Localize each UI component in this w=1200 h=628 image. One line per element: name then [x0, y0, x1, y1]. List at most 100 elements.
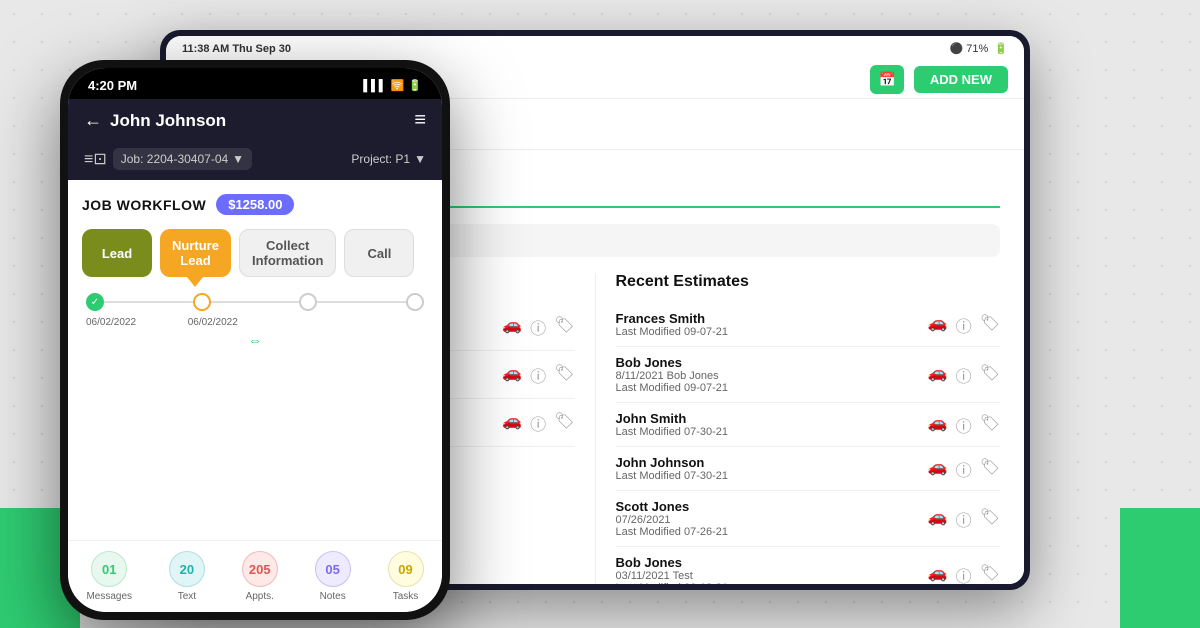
workflow-title: JOB WORKFLOW [82, 197, 206, 213]
phone-device: 4:20 PM ▌▌▌ 🛜 🔋 ← John Johnson ≡ ≡⊡ Job:… [60, 60, 450, 620]
car-icon: 🚗 [928, 563, 948, 585]
phone-time: 4:20 PM [88, 78, 137, 93]
estimate-action-icons: 🚗 ⓘ 🏷 [928, 457, 1000, 481]
estimate-action-icons: 🚗 ⓘ 🏷 [928, 563, 1000, 585]
info-icon: ⓘ [956, 563, 972, 585]
estimate-name: Scott Jones [616, 499, 928, 514]
estimate-date: Last Modified 09-07-21 [616, 326, 928, 338]
info-icon: ⓘ [956, 313, 972, 337]
project-dropdown-icon: ▼ [414, 152, 426, 166]
tasks-label: Tasks [393, 591, 419, 602]
add-new-button[interactable]: ADD NEW [914, 66, 1008, 93]
timeline-line-3 [317, 301, 406, 303]
tablet-status-icons: ⚫ 71% 🔋 [950, 42, 1008, 55]
tab-notes[interactable]: 05 Notes [315, 551, 351, 602]
estimate-action-icons: 🚗 ⓘ 🏷 [928, 313, 1000, 337]
estimate-date: 03/11/2021 Test [616, 570, 928, 582]
estimate-item[interactable]: Frances Smith Last Modified 09-07-21 🚗 ⓘ… [616, 303, 1001, 347]
workflow-step-collect[interactable]: CollectInformation [239, 229, 337, 277]
info-icon: ⓘ [530, 315, 546, 339]
tag-icon: 🏷 [980, 507, 1000, 531]
signal-icon: ▌▌▌ [363, 80, 386, 92]
estimate-date: Last Modified 07-30-21 [616, 470, 928, 482]
car-icon: 🚗 [502, 411, 522, 435]
project-selector[interactable]: Project: P1 ▼ [351, 152, 426, 166]
price-badge: $1258.00 [216, 194, 294, 215]
tablet-wifi-icon: ⚫ 71% [950, 42, 989, 55]
tasks-badge: 09 [388, 551, 424, 587]
appts-badge: 205 [242, 551, 278, 587]
estimate-action-icons: 🚗 ⓘ 🏷 [928, 413, 1000, 437]
estimate-name: John Smith [616, 411, 928, 426]
estimate-item[interactable]: Scott Jones 07/26/2021 Last Modified 07-… [616, 491, 1001, 547]
text-label: Text [178, 591, 196, 602]
tag-icon: 🏷 [554, 315, 574, 339]
phone-status-icons: ▌▌▌ 🛜 🔋 [363, 79, 422, 92]
estimate-action-icons: 🚗 ⓘ 🏷 [928, 507, 1000, 531]
timeline-date-3 [255, 317, 340, 328]
tag-icon: 🏷 [980, 413, 1000, 437]
tab-appts[interactable]: 205 Appts. [242, 551, 278, 602]
tag-icon: 🏷 [980, 457, 1000, 481]
tag-icon: 🏷 [980, 363, 1000, 387]
phone-notch [205, 68, 305, 92]
messages-badge: 01 [91, 551, 127, 587]
car-icon: 🚗 [928, 363, 948, 387]
estimate-info: Frances Smith Last Modified 09-07-21 [616, 311, 928, 338]
appt-action-icons: 🚗 ⓘ 🏷 [502, 411, 574, 435]
workflow-header: JOB WORKFLOW $1258.00 [82, 194, 428, 215]
contact-name: John Johnson [110, 111, 226, 131]
tab-messages[interactable]: 01 Messages [86, 551, 132, 602]
phone-body: JOB WORKFLOW $1258.00 Lead NurtureLead C… [68, 180, 442, 540]
estimates-column: Recent Estimates Frances Smith Last Modi… [596, 273, 1001, 584]
timeline-dot-2 [193, 293, 211, 311]
phone-tabs: 01 Messages 20 Text 205 Appts. 05 Notes … [68, 540, 442, 612]
info-icon: ⓘ [956, 457, 972, 481]
estimate-modified: Last Modified 07-26-21 [616, 526, 928, 538]
estimate-item[interactable]: John Johnson Last Modified 07-30-21 🚗 ⓘ … [616, 447, 1001, 491]
tablet-time: 11:38 AM Thu Sep 30 [182, 43, 291, 55]
car-icon: 🚗 [928, 457, 948, 481]
job-selector[interactable]: Job: 2204-30407-04 ▼ [113, 148, 252, 170]
estimate-item[interactable]: Bob Jones 8/11/2021 Bob Jones Last Modif… [616, 347, 1001, 403]
estimate-info: Bob Jones 03/11/2021 Test Last Modified … [616, 555, 928, 584]
estimate-item[interactable]: John Smith Last Modified 07-30-21 🚗 ⓘ 🏷 [616, 403, 1001, 447]
workflow-step-lead[interactable]: Lead [82, 229, 152, 277]
estimate-action-icons: 🚗 ⓘ 🏷 [928, 363, 1000, 387]
estimate-item[interactable]: Bob Jones 03/11/2021 Test Last Modified … [616, 547, 1001, 584]
phone-header-left: ← John Johnson [84, 110, 226, 131]
timeline-date-1: 06/02/2022 [86, 317, 171, 328]
green-accent-right [1120, 508, 1200, 628]
tag-icon: 🏷 [554, 411, 574, 435]
phone-header: ← John Johnson ≡ [68, 99, 442, 142]
tab-tasks[interactable]: 09 Tasks [388, 551, 424, 602]
estimate-name: Frances Smith [616, 311, 928, 326]
tablet-battery-icon: 🔋 [994, 42, 1008, 55]
estimate-modified: Last Modified 06-18-21 [616, 582, 928, 584]
notes-badge: 05 [315, 551, 351, 587]
estimate-info: Scott Jones 07/26/2021 Last Modified 07-… [616, 499, 928, 538]
workflow-step-nurture[interactable]: NurtureLead [160, 229, 231, 277]
info-icon: ⓘ [956, 507, 972, 531]
hamburger-small-icon[interactable]: ≡⊡ [84, 149, 107, 169]
estimate-info: John Johnson Last Modified 07-30-21 [616, 455, 928, 482]
text-badge: 20 [169, 551, 205, 587]
estimate-info: John Smith Last Modified 07-30-21 [616, 411, 928, 438]
estimate-info: Bob Jones 8/11/2021 Bob Jones Last Modif… [616, 355, 928, 394]
tablet-status-bar: 11:38 AM Thu Sep 30 ⚫ 71% 🔋 [166, 36, 1024, 61]
info-icon: ⓘ [530, 363, 546, 387]
car-icon: 🚗 [928, 507, 948, 531]
tag-icon: 🏷 [554, 363, 574, 387]
estimate-date: 8/11/2021 Bob Jones [616, 370, 928, 382]
info-icon: ⓘ [530, 411, 546, 435]
notes-label: Notes [320, 591, 346, 602]
tab-text[interactable]: 20 Text [169, 551, 205, 602]
back-button[interactable]: ← [84, 110, 102, 131]
timeline-dot-3 [299, 293, 317, 311]
estimates-section-title: Recent Estimates [616, 273, 1001, 291]
workflow-step-call[interactable]: Call [344, 229, 414, 277]
calendar-button[interactable]: 📅 [870, 65, 903, 94]
phone-subheader: ≡⊡ Job: 2204-30407-04 ▼ Project: P1 ▼ [68, 142, 442, 180]
tag-icon: 🏷 [980, 313, 1000, 337]
hamburger-menu-icon[interactable]: ≡ [414, 109, 426, 132]
